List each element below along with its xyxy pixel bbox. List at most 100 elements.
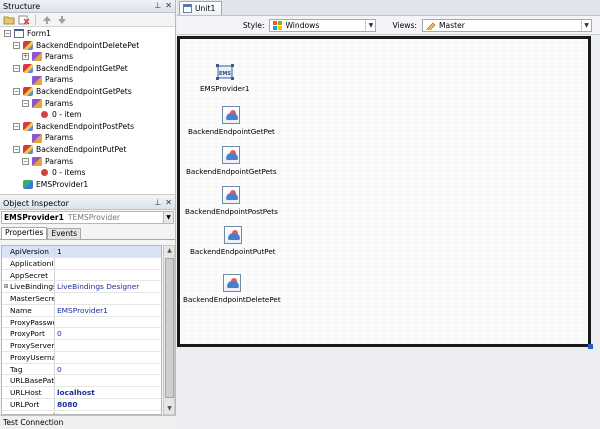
collapse-icon[interactable]: − [22,99,29,107]
tree-item[interactable]: Params [0,74,175,86]
backend-endpoint-icon [222,186,241,204]
form-designer-surface[interactable]: EMS EMSProvider1 BackendEndpointGetPet Back… [177,36,593,349]
tree-item[interactable]: + Params [0,51,175,63]
property-value[interactable] [55,352,161,363]
property-row[interactable]: ProxyPassword [2,316,161,329]
style-select[interactable]: Windows ▼ [269,18,377,32]
property-value[interactable]: 0 [55,364,161,375]
collapse-icon[interactable]: − [13,123,20,131]
chevron-down-icon[interactable]: ▼ [365,19,375,31]
scroll-down-icon[interactable]: ▼ [165,404,174,414]
tree-item[interactable]: − BackendEndpointDeletePet [0,40,175,52]
property-row[interactable]: Name EMSProvider1 [2,304,161,317]
property-name: URLPort [10,398,55,410]
property-value[interactable]: 0 [55,328,161,339]
open-folder-icon[interactable] [3,14,15,25]
resize-handle[interactable] [588,344,593,349]
tree-item[interactable]: − Params [0,98,175,110]
property-value[interactable]: 1 [55,246,161,257]
tab-unit1-label: Unit1 [195,4,216,13]
property-name: ApiVersion [10,246,55,257]
property-row[interactable]: URLBasePath [2,375,161,387]
component-backend-endpoint[interactable]: BackendEndpointGetPets [186,146,277,176]
property-row[interactable]: MasterSecret [2,293,161,305]
chevron-down-icon[interactable]: ▼ [163,212,173,223]
close-icon[interactable]: ✕ [165,2,172,10]
object-inspector-title: Object Inspector [3,198,69,208]
tree-item[interactable]: − BackendEndpointGetPets [0,86,175,98]
chevron-down-icon[interactable]: ▼ [581,19,591,31]
scrollbar-thumb[interactable] [165,258,174,398]
tree-item-label: BackendEndpointGetPets [36,86,132,96]
tree-item[interactable]: 0 - item [0,109,175,121]
property-value[interactable] [55,293,161,304]
collapse-icon[interactable]: − [13,88,20,96]
property-row[interactable]: URLHost localhost [2,387,161,399]
ems-provider-icon: EMS [215,63,235,81]
property-indent [2,328,10,339]
inspector-tabs: Properties Events [0,227,175,240]
property-row[interactable]: ProxyPort 0 [2,328,161,340]
property-row[interactable]: ProxyServer [2,340,161,352]
component-backend-endpoint[interactable]: BackendEndpointPutPet [190,226,276,256]
expand-icon[interactable]: ⊞ [2,281,10,292]
property-name: URLBasePath [10,375,55,386]
inspector-status[interactable]: Test Connection [0,415,176,429]
tab-properties[interactable]: Properties [1,227,48,239]
tab-events[interactable]: Events [47,228,82,239]
property-row[interactable]: URLPort 8080 [2,398,161,411]
property-row[interactable]: AppSecret [2,269,161,282]
collapse-icon[interactable]: − [13,65,20,73]
collapse-icon[interactable]: − [22,157,29,165]
property-value[interactable] [55,317,161,328]
expand-icon[interactable]: + [22,53,29,61]
move-up-icon[interactable] [41,14,53,25]
tree-item[interactable]: − Params [0,156,175,168]
views-select[interactable]: Master ▼ [422,18,592,32]
property-indent [2,270,10,281]
tab-unit1[interactable]: Unit1 [179,1,223,15]
property-row[interactable]: ApiVersion 1 [2,246,161,258]
property-row[interactable]: Tag 0 [2,363,161,376]
property-grid-scrollbar[interactable]: ▲ ▼ [163,245,175,415]
component-backend-endpoint[interactable]: BackendEndpointDeletePet [183,274,281,304]
property-value[interactable]: EMSProvider1 [55,305,161,316]
pin-icon[interactable]: ⊥ [154,199,161,207]
property-value[interactable] [55,375,161,386]
property-value[interactable] [55,340,161,351]
tree-item[interactable]: − BackendEndpointGetPet [0,63,175,75]
object-selector[interactable]: EMSProvider1 TEMSProvider ▼ [1,211,174,224]
move-down-icon[interactable] [56,14,68,25]
tree-item[interactable]: − BackendEndpointPostPets [0,121,175,133]
tree-item-label: BackendEndpointGetPet [36,63,128,73]
collapse-icon[interactable]: − [13,146,20,154]
property-row[interactable]: ⊞ LiveBindings LiveBindings Designer [2,281,161,293]
component-backend-endpoint[interactable]: BackendEndpointGetPet [188,106,275,136]
property-value[interactable]: localhost [55,387,161,398]
toolbar-separator [35,14,36,25]
tree-item[interactable]: EMSProvider1 [0,179,175,191]
delete-component-icon[interactable] [18,14,30,25]
property-value[interactable]: LiveBindings Designer [55,281,161,292]
backend-endpoint-icon [223,226,242,244]
tree-item[interactable]: 0 - items [0,167,175,179]
property-value[interactable] [55,270,161,281]
collapse-icon[interactable]: − [4,30,11,38]
backend-endpoint-icon [222,106,241,124]
property-value[interactable]: 8080 [55,399,161,410]
scroll-up-icon[interactable]: ▲ [165,246,174,256]
property-name: URLHost [10,387,55,398]
component-ems-provider[interactable]: EMS EMSProvider1 [200,63,249,93]
close-icon[interactable]: ✕ [165,199,172,207]
tree-item[interactable]: Params [0,132,175,144]
tree-item[interactable]: − Form1 [0,28,175,40]
backend-endpoint-icon [222,146,241,164]
collapse-icon[interactable]: − [13,41,20,49]
property-value[interactable] [55,258,161,269]
tree-item[interactable]: − BackendEndpointPutPet [0,144,175,156]
property-row[interactable]: ProxyUsername [2,351,161,364]
pin-icon[interactable]: ⊥ [154,2,161,10]
component-backend-endpoint[interactable]: BackendEndpointPostPets [185,186,278,216]
tree-item-label: BackendEndpointPutPet [36,144,127,154]
property-row[interactable]: ApplicationId [2,257,161,270]
